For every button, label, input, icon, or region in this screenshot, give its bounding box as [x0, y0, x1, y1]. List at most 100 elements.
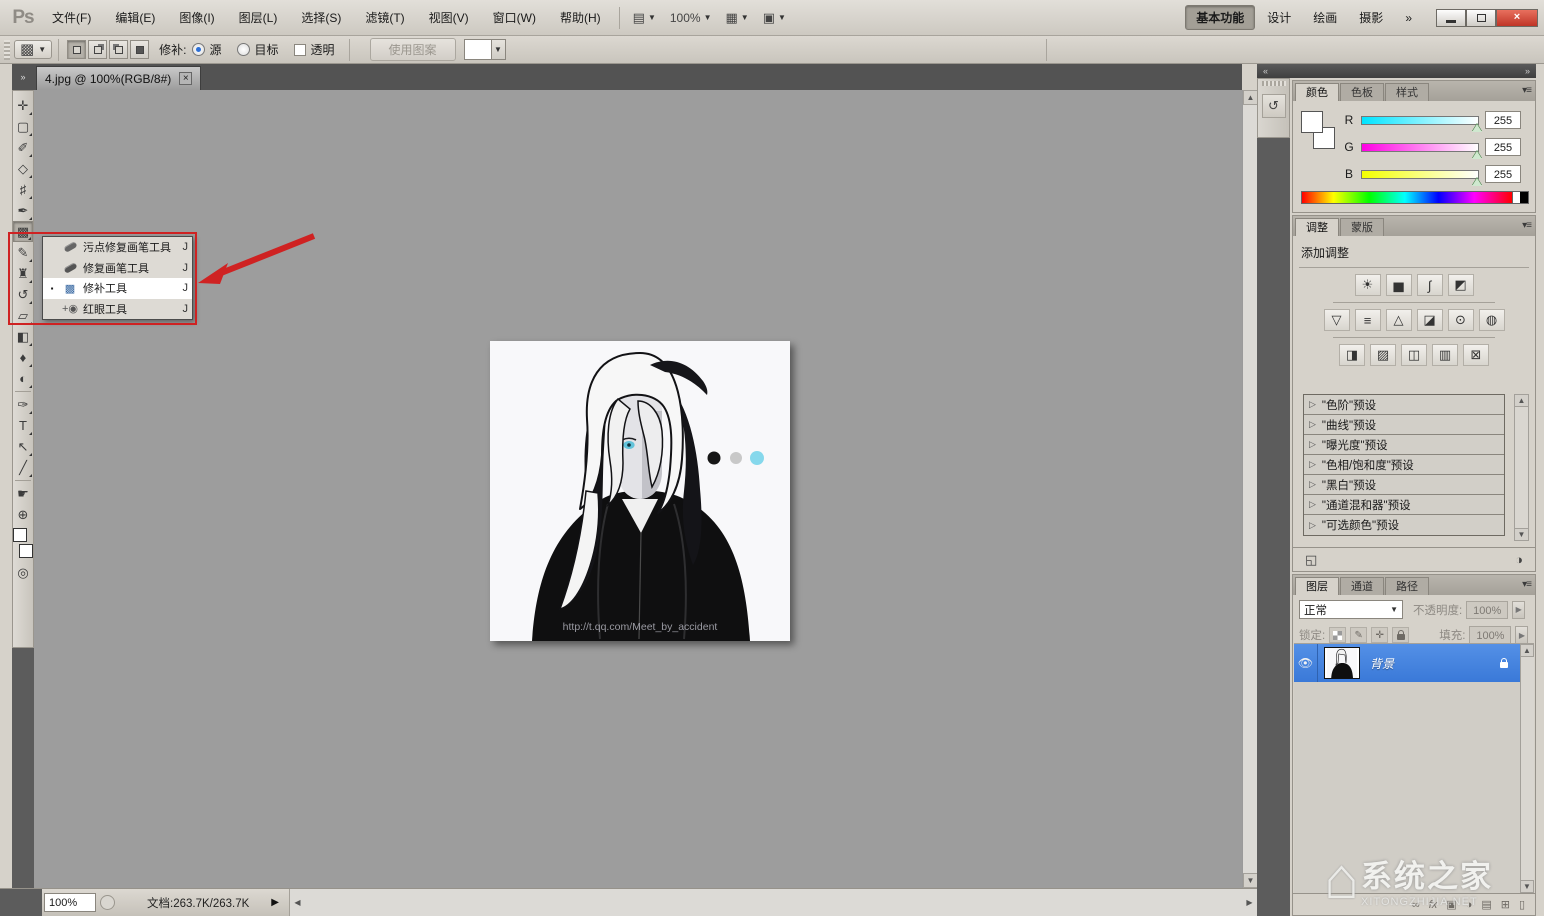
workspace-essentials[interactable]: 基本功能	[1185, 5, 1255, 30]
scroll-right-icon[interactable]: ▶	[1242, 889, 1257, 916]
collapse-panels-icon[interactable]: »	[1525, 66, 1530, 76]
menu-image[interactable]: 图像(I)	[167, 6, 226, 30]
expand-triangle-icon[interactable]: ▷	[1309, 399, 1316, 410]
spectrum-gradient[interactable]	[1302, 192, 1512, 203]
preset-levels[interactable]: ▷"色阶"预设	[1304, 395, 1504, 415]
gradient-map-button[interactable]: ▥	[1432, 344, 1458, 366]
preset-selective-color[interactable]: ▷"可选颜色"预设	[1304, 515, 1504, 535]
status-zoom-field[interactable]: 100%	[44, 893, 96, 912]
foreground-color-swatch[interactable]	[13, 528, 27, 542]
minimize-button[interactable]	[1436, 9, 1466, 27]
tab-adjustments[interactable]: 调整	[1295, 218, 1339, 236]
foreground-color-swatch[interactable]	[1301, 111, 1323, 133]
preset-curves[interactable]: ▷"曲线"预设	[1304, 415, 1504, 435]
expanded-view-icon[interactable]: ◱	[1305, 552, 1317, 568]
use-pattern-button[interactable]: 使用图案	[370, 38, 456, 61]
expand-triangle-icon[interactable]: ▷	[1309, 499, 1316, 510]
preset-exposure[interactable]: ▷"曝光度"预设	[1304, 435, 1504, 455]
tab-channels[interactable]: 通道	[1340, 577, 1384, 595]
channel-mixer-button[interactable]: ◍	[1479, 309, 1505, 331]
tool-dodge[interactable]: ◐	[13, 368, 33, 389]
horizontal-scrollbar[interactable]: ◀ ▶	[289, 889, 1257, 916]
scroll-up-icon[interactable]: ▲	[1243, 90, 1258, 105]
canvas-pasteboard[interactable]: http://t.qq.com/Meet_by_accident	[34, 90, 1242, 888]
expand-triangle-icon[interactable]: ▷	[1309, 459, 1316, 470]
scroll-left-icon[interactable]: ◀	[290, 889, 305, 916]
expand-triangle-icon[interactable]: ▷	[1309, 479, 1316, 490]
black-cell[interactable]	[1520, 192, 1528, 203]
scroll-down-icon[interactable]: ▼	[1243, 873, 1258, 888]
panel-color-swatches[interactable]	[1301, 111, 1335, 151]
preset-black-white[interactable]: ▷"黑白"预设	[1304, 475, 1504, 495]
green-channel-slider[interactable]	[1361, 143, 1479, 152]
tab-layers[interactable]: 图层	[1295, 577, 1339, 595]
current-tool-preset[interactable]: ▩ ▼	[14, 40, 52, 59]
quick-mask-button[interactable]: ◎	[13, 562, 33, 583]
foreground-background-swatches[interactable]	[13, 528, 33, 558]
lock-transparency-button[interactable]	[1329, 627, 1346, 643]
arrange-documents-button[interactable]: ▦▼	[719, 7, 756, 29]
tool-blur[interactable]: ♦	[13, 347, 33, 368]
pattern-picker[interactable]: ▼	[464, 39, 506, 60]
lock-position-button[interactable]: ✛	[1371, 627, 1388, 643]
menu-help[interactable]: 帮助(H)	[548, 6, 613, 30]
tool-hand[interactable]: ☛	[13, 483, 33, 504]
tab-paths[interactable]: 路径	[1385, 577, 1429, 595]
menu-filter[interactable]: 滤镜(T)	[353, 6, 416, 30]
transparent-checkbox[interactable]	[294, 44, 306, 56]
workspace-overflow-button[interactable]: »	[1395, 8, 1422, 28]
slider-thumb[interactable]	[1472, 178, 1482, 186]
color-spectrum-ramp[interactable]	[1301, 191, 1529, 204]
document-tab[interactable]: 4.jpg @ 100%(RGB/8#) ×	[36, 66, 201, 90]
invert-button[interactable]: ◨	[1339, 344, 1365, 366]
tool-zoom[interactable]: ⊕	[13, 504, 33, 525]
color-balance-button[interactable]: △	[1386, 309, 1412, 331]
tool-marquee[interactable]: ▢	[13, 116, 33, 137]
target-radio-label[interactable]: 目标	[254, 41, 278, 58]
menu-file[interactable]: 文件(F)	[40, 6, 103, 30]
slider-thumb[interactable]	[1472, 124, 1482, 132]
preset-channel-mixer[interactable]: ▷"通道混和器"预设	[1304, 495, 1504, 515]
vertical-scrollbar[interactable]: ▲ ▼	[1242, 90, 1257, 888]
preset-hue-saturation[interactable]: ▷"色相/饱和度"预设	[1304, 455, 1504, 475]
pattern-dropdown-button[interactable]: ▼	[491, 40, 505, 59]
tools-panel-collapse-button[interactable]: »	[12, 64, 34, 90]
layer-thumbnail[interactable]	[1324, 647, 1360, 679]
zoom-level-dropdown[interactable]: 100%▼	[663, 8, 719, 28]
vibrance-button[interactable]: ▽	[1324, 309, 1350, 331]
black-white-button[interactable]: ◪	[1417, 309, 1443, 331]
opacity-value[interactable]: 100%	[1466, 601, 1508, 619]
close-button[interactable]: ×	[1496, 9, 1538, 27]
blue-channel-value[interactable]: 255	[1485, 165, 1521, 183]
expand-triangle-icon[interactable]: ▷	[1309, 520, 1316, 531]
posterize-button[interactable]: ▨	[1370, 344, 1396, 366]
scroll-down-icon[interactable]: ▼	[1514, 528, 1529, 541]
slider-thumb[interactable]	[1472, 151, 1482, 159]
blend-mode-select[interactable]: 正常 ▼	[1299, 600, 1403, 619]
workspace-painting[interactable]: 绘画	[1303, 6, 1347, 29]
red-channel-value[interactable]: 255	[1485, 111, 1521, 129]
tool-lasso[interactable]: ✐	[13, 137, 33, 158]
source-radio-label[interactable]: 源	[209, 41, 221, 58]
background-color-swatch[interactable]	[19, 544, 33, 558]
subtract-selection-mode-button[interactable]	[109, 40, 128, 59]
panel-menu-icon[interactable]: ▾≡	[1522, 220, 1531, 231]
history-panel-button[interactable]: ↺	[1262, 94, 1286, 118]
workspace-photography[interactable]: 摄影	[1349, 6, 1393, 29]
status-info-expand-icon[interactable]: ▶	[271, 897, 279, 908]
scroll-up-icon[interactable]: ▲	[1514, 394, 1529, 407]
screen-mode-button[interactable]: ▣▼	[756, 7, 793, 29]
levels-button[interactable]: ▅	[1386, 274, 1412, 296]
curves-button[interactable]: ∫	[1417, 274, 1443, 296]
layer-name[interactable]: 背景	[1370, 655, 1394, 672]
selective-color-button[interactable]: ⊠	[1463, 344, 1489, 366]
panel-menu-icon[interactable]: ▾≡	[1522, 579, 1531, 590]
expand-panels-icon[interactable]: «	[1263, 66, 1268, 76]
tool-shape[interactable]: ╱	[13, 457, 33, 478]
brightness-contrast-button[interactable]: ☀	[1355, 274, 1381, 296]
tab-styles[interactable]: 样式	[1385, 83, 1429, 101]
document-close-icon[interactable]: ×	[179, 72, 192, 85]
tool-type[interactable]: T	[13, 415, 33, 436]
lock-all-button[interactable]	[1392, 627, 1409, 643]
white-cell[interactable]	[1512, 192, 1520, 203]
